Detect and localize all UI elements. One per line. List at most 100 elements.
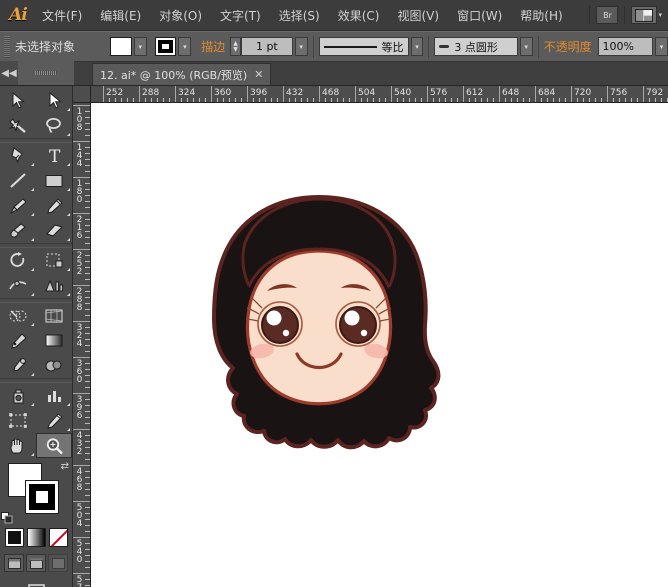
menu-effect[interactable]: 效果(C) xyxy=(329,2,389,29)
column-graph-tool[interactable] xyxy=(36,383,72,408)
bridge-icon[interactable]: Br xyxy=(596,6,618,24)
opacity-label[interactable]: 不透明度 xyxy=(544,38,592,55)
pen-tool[interactable] xyxy=(0,143,36,168)
brush-caret[interactable]: ▾ xyxy=(520,37,533,56)
menu-view[interactable]: 视图(V) xyxy=(388,2,448,29)
illustrator-window: Ai 文件(F) 编辑(E) 对象(O) 文字(T) 选择(S) 效果(C) 视… xyxy=(0,0,668,587)
ruler-major-tick xyxy=(73,249,91,250)
menu-help[interactable]: 帮助(H) xyxy=(511,2,571,29)
gradient-tool[interactable] xyxy=(36,328,72,353)
menu-type[interactable]: 文字(T) xyxy=(211,2,270,29)
ruler-minor-tick xyxy=(85,417,90,418)
menu-object[interactable]: 对象(O) xyxy=(150,2,211,29)
screen-mode-normal-button[interactable] xyxy=(4,554,24,572)
stroke-weight-stepper[interactable]: ▲ ▼ xyxy=(230,37,241,56)
ruler-minor-tick xyxy=(85,519,90,520)
rectangle-tool[interactable] xyxy=(36,168,72,193)
ruler-tick-label: 720 xyxy=(574,88,591,98)
ruler-major-tick xyxy=(211,86,212,103)
arrange-documents-button[interactable]: ▾ xyxy=(631,6,662,24)
zoom-tool[interactable] xyxy=(36,433,72,458)
default-fill-stroke-icon[interactable] xyxy=(1,509,13,521)
ruler-minor-tick xyxy=(85,549,90,550)
stroke-dropdown-caret[interactable]: ▾ xyxy=(178,37,191,56)
ruler-corner[interactable] xyxy=(73,86,91,103)
stroke-profile-caret[interactable]: ▾ xyxy=(411,37,424,56)
ruler-minor-tick xyxy=(85,339,90,340)
color-mode-button[interactable] xyxy=(5,528,24,547)
swap-fill-stroke-icon[interactable]: ⇄ xyxy=(61,461,69,472)
blend-tool[interactable] xyxy=(36,353,72,378)
gradient-mode-button[interactable] xyxy=(27,528,46,547)
none-mode-button[interactable] xyxy=(49,528,68,547)
line-segment-tool[interactable] xyxy=(0,168,36,193)
ruler-minor-tick xyxy=(85,543,90,544)
stroke-weight-label[interactable]: 描边 xyxy=(201,38,225,55)
ruler-minor-tick xyxy=(85,411,90,412)
ruler-minor-tick xyxy=(85,561,90,562)
slice-tool[interactable] xyxy=(36,408,72,433)
menu-select[interactable]: 选择(S) xyxy=(270,2,329,29)
fill-dropdown-caret[interactable]: ▾ xyxy=(134,37,147,56)
eyedropper-tool[interactable] xyxy=(0,353,36,378)
stroke-weight-caret[interactable]: ▾ xyxy=(295,37,308,56)
tool-flyout-indicator xyxy=(31,453,34,456)
eraser-tool[interactable] xyxy=(36,218,72,243)
shape-builder-tool[interactable] xyxy=(0,303,36,328)
type-tool[interactable]: T xyxy=(36,143,72,168)
ruler-tick-label: 396 xyxy=(250,88,267,98)
ruler-minor-tick xyxy=(85,237,90,238)
paintbrush-tool[interactable] xyxy=(0,193,36,218)
horizontal-ruler[interactable]: 2522883243603964324685045405766126486847… xyxy=(91,86,668,103)
ruler-major-tick xyxy=(73,429,91,430)
screen-mode-full-button[interactable] xyxy=(48,554,68,572)
canvas-area[interactable] xyxy=(91,103,668,587)
panel-collapse-icon[interactable]: ◀◀ xyxy=(0,61,18,85)
ruler-major-tick xyxy=(535,86,536,103)
document-tab[interactable]: 12. ai* @ 100% (RGB/预览) ✕ xyxy=(92,63,271,85)
stroke-profile-select[interactable]: 等比 xyxy=(319,37,409,56)
blob-brush-tool[interactable] xyxy=(0,218,36,243)
pencil-tool[interactable] xyxy=(36,193,72,218)
screen-mode-menu-button[interactable] xyxy=(26,554,46,572)
artboard-tool[interactable] xyxy=(0,408,36,433)
menu-file[interactable]: 文件(F) xyxy=(33,2,91,29)
ruler-minor-tick xyxy=(85,495,90,496)
stroke-swatch[interactable] xyxy=(25,480,59,514)
menu-edit[interactable]: 编辑(E) xyxy=(91,2,150,29)
rotate-tool[interactable] xyxy=(0,248,36,273)
stroke-weight-input[interactable]: 1 pt xyxy=(241,37,293,56)
ruler-tick-label: 432 xyxy=(286,88,303,98)
tool-flyout-indicator xyxy=(31,213,34,216)
mesh-tool[interactable] xyxy=(0,328,36,353)
ruler-tick-label: 3 2 4 xyxy=(74,324,85,348)
close-icon[interactable]: ✕ xyxy=(254,68,263,81)
ruler-major-tick xyxy=(355,86,356,103)
ruler-major-tick xyxy=(247,86,248,103)
lasso-tool[interactable] xyxy=(36,113,72,138)
vertical-ruler[interactable]: 1 0 81 4 41 8 02 1 62 5 22 8 83 2 43 6 0… xyxy=(73,103,91,587)
brush-definition-select[interactable]: 3 点圆形 xyxy=(434,37,517,56)
scale-tool[interactable] xyxy=(36,248,72,273)
fill-stroke-controls: ⇄ xyxy=(0,461,72,523)
change-screen-mode-icon[interactable] xyxy=(0,578,72,587)
cartoon-girl-face-artwork[interactable] xyxy=(169,191,469,470)
opacity-input[interactable]: 100% xyxy=(598,37,654,56)
perspective-grid-tool[interactable] xyxy=(36,303,72,328)
menu-window[interactable]: 窗口(W) xyxy=(448,2,511,29)
opacity-caret[interactable]: ▾ xyxy=(655,37,668,56)
symbol-sprayer-tool[interactable] xyxy=(0,383,36,408)
stroke-profile-preview-icon xyxy=(324,46,377,48)
selection-tool[interactable] xyxy=(0,88,36,113)
direct-selection-tool[interactable] xyxy=(36,88,72,113)
width-tool[interactable] xyxy=(0,273,36,298)
stroke-color-swatch[interactable] xyxy=(155,37,177,56)
control-bar-grip[interactable] xyxy=(4,36,10,58)
fill-color-swatch[interactable] xyxy=(110,37,132,56)
hand-tool[interactable] xyxy=(0,433,36,458)
free-transform-tool[interactable] xyxy=(36,273,72,298)
magic-wand-tool[interactable] xyxy=(0,113,36,138)
toolbox-drag-handle[interactable] xyxy=(18,61,74,85)
svg-text:T: T xyxy=(49,147,61,165)
ruler-minor-tick xyxy=(85,351,90,352)
